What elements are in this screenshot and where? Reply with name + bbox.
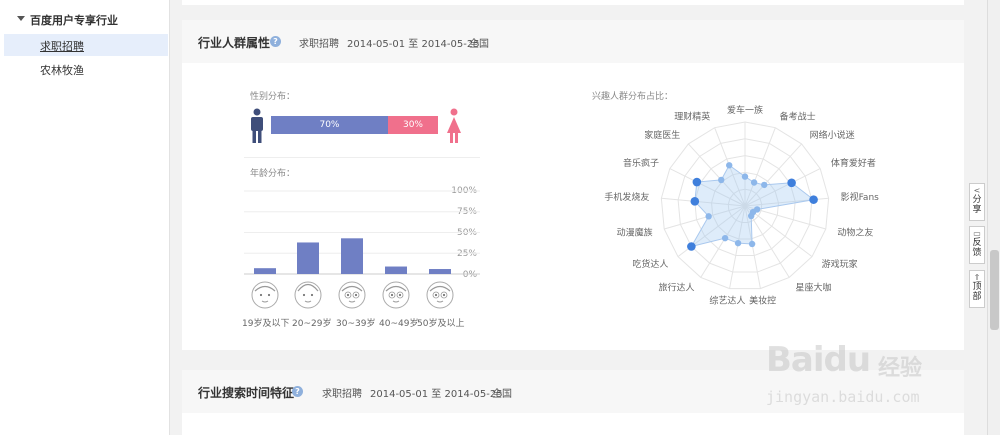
divider bbox=[244, 157, 480, 158]
female-icon bbox=[447, 108, 461, 143]
face-icon bbox=[294, 281, 322, 309]
radar-point[interactable] bbox=[787, 178, 796, 188]
face-icon bbox=[382, 281, 410, 309]
watermark-url: jingyan.baidu.com bbox=[766, 388, 920, 406]
radar-axis-label: 家庭医生 bbox=[644, 129, 680, 141]
sidebar: 百度用户专享行业 求职招聘 农林牧渔 bbox=[0, 0, 170, 435]
x-category-label: 19岁及以下 bbox=[242, 319, 290, 329]
radar-axis-label: 美妆控 bbox=[749, 294, 776, 306]
watermark-brand: Baidu bbox=[766, 340, 871, 380]
panel-region: 全国 bbox=[469, 39, 489, 50]
radar-point[interactable] bbox=[687, 242, 696, 251]
radar-point[interactable] bbox=[750, 179, 758, 186]
share-button[interactable]: < 分享 bbox=[969, 183, 985, 221]
radar-axis-label: 星座大咖 bbox=[796, 282, 832, 294]
x-category-label: 50岁及以上 bbox=[417, 319, 465, 329]
age-faces bbox=[251, 281, 454, 309]
radar-axis-label: 手机发烧友 bbox=[604, 191, 649, 203]
radar-axis-label: 体育爱好者 bbox=[831, 157, 876, 169]
share-label: 分享 bbox=[972, 195, 982, 215]
radar-point[interactable] bbox=[726, 162, 733, 169]
gender-bar-female: 30% bbox=[388, 116, 438, 134]
sidebar-item-agriculture[interactable]: 农林牧渔 bbox=[4, 58, 168, 80]
sidebar-item-job[interactable]: 求职招聘 bbox=[4, 34, 168, 56]
age-bar-chart bbox=[244, 190, 480, 275]
scrollbar-thumb[interactable] bbox=[990, 250, 999, 330]
feedback-icon: ▭ bbox=[973, 229, 981, 238]
sidebar-group-header[interactable]: 百度用户专享行业 bbox=[0, 9, 170, 31]
sidebar-item-label: 农林牧渔 bbox=[40, 64, 84, 77]
radar-point[interactable] bbox=[690, 197, 700, 206]
radar-axis-label: 游戏玩家 bbox=[822, 258, 858, 270]
feedback-label: 反馈 bbox=[972, 238, 982, 258]
radar-axis-label: 动漫魔族 bbox=[617, 226, 653, 238]
age-bar[interactable] bbox=[385, 266, 407, 274]
feedback-button[interactable]: ▭ 反馈 bbox=[969, 226, 985, 264]
share-icon: < bbox=[973, 186, 981, 195]
page: 百度用户专享行业 求职招聘 农林牧渔 行业人群属性 ? 求职招聘 2014-05… bbox=[0, 0, 1000, 435]
radar-axis-label: 动物之友 bbox=[837, 226, 873, 238]
radar-point[interactable] bbox=[734, 239, 742, 247]
gender-label: 性别分布： bbox=[250, 92, 296, 102]
radar-axis-label: 备考战士 bbox=[780, 110, 816, 122]
radar-point[interactable] bbox=[747, 212, 755, 220]
panel-title: 行业搜索时间特征 bbox=[198, 386, 295, 400]
help-icon[interactable]: ? bbox=[270, 36, 281, 47]
x-category-label: 40~49岁 bbox=[379, 319, 419, 329]
radar-point[interactable] bbox=[741, 173, 749, 180]
watermark: Baidu 经验 jingyan.baidu.com bbox=[760, 320, 960, 420]
radar-axis-label: 旅行达人 bbox=[658, 282, 694, 294]
radar-point[interactable] bbox=[748, 240, 756, 248]
radar-point[interactable] bbox=[692, 177, 702, 187]
panel-category: 求职招聘 bbox=[299, 39, 339, 50]
radar-point[interactable] bbox=[761, 181, 768, 189]
panel-title: 行业人群属性 bbox=[198, 36, 271, 50]
sidebar-item-label: 求职招聘 bbox=[40, 40, 84, 53]
radar-axis-label: 爱车一族 bbox=[727, 104, 763, 116]
radar-axis-label: 网络小说迷 bbox=[810, 129, 855, 141]
radar-axis-label: 音乐疯子 bbox=[623, 157, 659, 169]
interest-radar-chart: 爱车一族备考战士网络小说迷体育爱好者影视Fans 动物之友游戏玩家星座大咖美妆控综… bbox=[604, 104, 880, 306]
age-bar[interactable] bbox=[297, 242, 319, 274]
age-bar[interactable] bbox=[429, 269, 451, 274]
age-bar[interactable] bbox=[341, 238, 363, 274]
previous-panel-bottom bbox=[182, 0, 964, 5]
face-icon bbox=[426, 281, 454, 309]
age-label: 年龄分布： bbox=[250, 169, 296, 179]
age-bar[interactable] bbox=[254, 268, 276, 274]
radar-point[interactable] bbox=[705, 213, 712, 220]
caret-down-icon bbox=[17, 16, 25, 21]
gender-bar-male: 70% bbox=[271, 116, 388, 134]
face-icon bbox=[338, 281, 366, 309]
x-category-label: 30~39岁 bbox=[336, 319, 376, 329]
radar-point[interactable] bbox=[721, 234, 729, 242]
panel-region: 全国 bbox=[492, 389, 512, 400]
panel-date-range: 2014-05-01 至 2014-05-25 bbox=[370, 389, 503, 400]
sidebar-group-label: 百度用户专享行业 bbox=[30, 14, 118, 27]
radar-point[interactable] bbox=[809, 195, 818, 204]
radar-axis-label: 影视Fans bbox=[841, 191, 880, 203]
radar-point[interactable] bbox=[718, 176, 725, 184]
radar-axis-label: 吃货达人 bbox=[632, 258, 668, 270]
panel-header: 行业人群属性 ? 求职招聘 2014-05-01 至 2014-05-25 全国 bbox=[182, 20, 964, 63]
panel-date-range: 2014-05-01 至 2014-05-25 bbox=[347, 39, 480, 50]
radar-axis-label: 综艺达人 bbox=[709, 294, 745, 306]
male-icon bbox=[251, 108, 263, 143]
scrollbar[interactable] bbox=[987, 0, 1000, 435]
to-top-label: 顶部 bbox=[972, 282, 982, 302]
help-icon[interactable]: ? bbox=[292, 386, 303, 397]
radar-axis-label: 理财精英 bbox=[674, 110, 710, 122]
panel-category: 求职招聘 bbox=[322, 389, 362, 400]
x-category-label: 20~29岁 bbox=[292, 319, 332, 329]
face-icon bbox=[251, 281, 279, 309]
to-top-icon: ⇑ bbox=[973, 273, 981, 282]
watermark-cn: 经验 bbox=[878, 356, 923, 381]
to-top-button[interactable]: ⇑ 顶部 bbox=[969, 270, 985, 308]
